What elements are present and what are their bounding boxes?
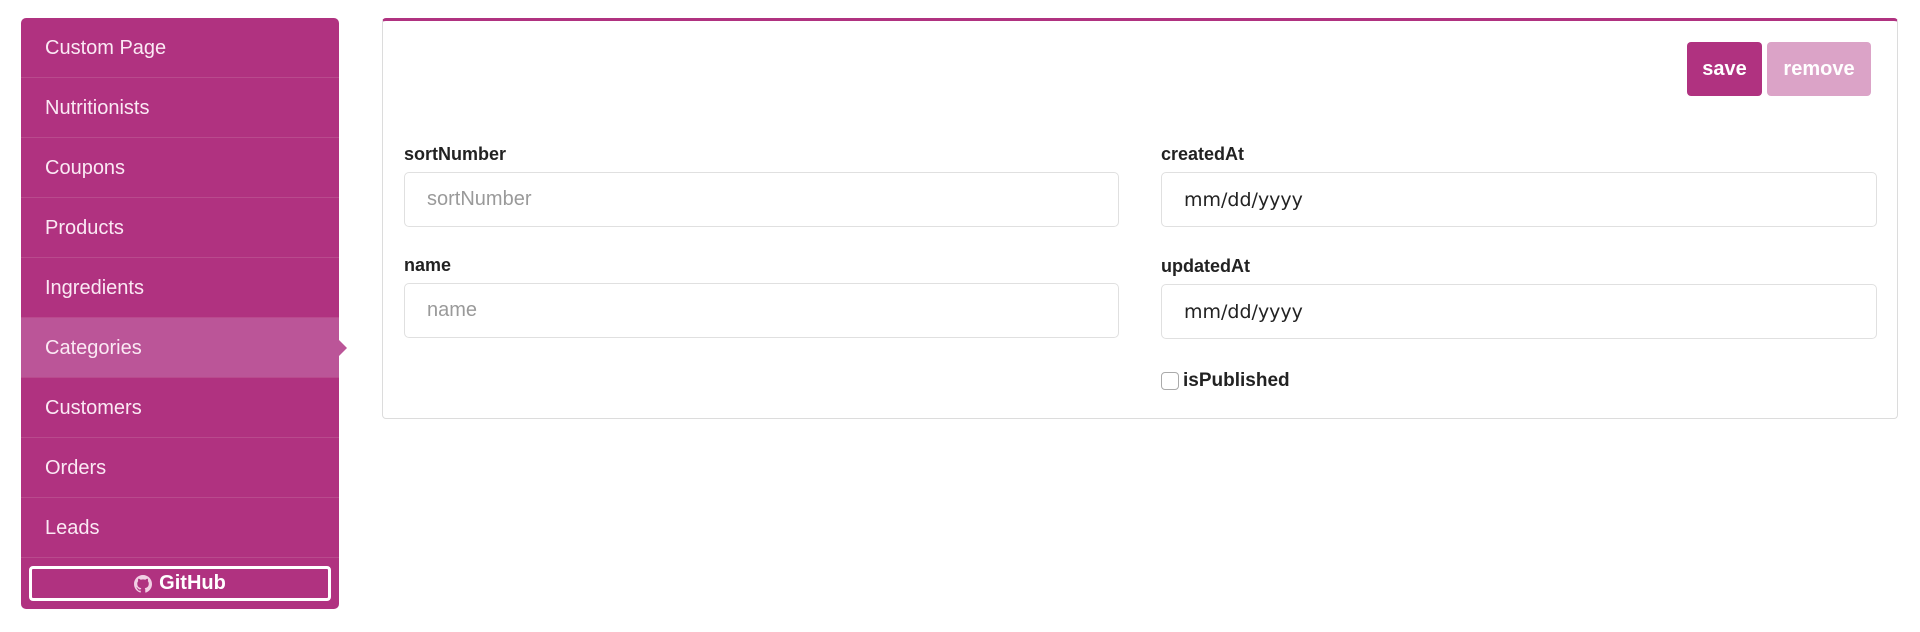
sidebar-item-label: Orders bbox=[45, 457, 107, 479]
sidebar-item-custom-page[interactable]: Custom Page bbox=[21, 18, 339, 78]
active-caret-icon bbox=[339, 340, 347, 356]
sidebar-item-label: Categories bbox=[45, 337, 142, 359]
is-published-label[interactable]: isPublished bbox=[1183, 370, 1290, 392]
sidebar-item-label: Ingredients bbox=[45, 277, 144, 299]
sidebar-item-customers[interactable]: Customers bbox=[21, 378, 339, 438]
sidebar-item-label: Coupons bbox=[45, 157, 126, 179]
sidebar-item-nutritionists[interactable]: Nutritionists bbox=[21, 78, 339, 138]
sidebar-item-label: Leads bbox=[45, 517, 100, 539]
remove-button[interactable]: remove bbox=[1767, 42, 1871, 96]
sidebar-item-label: Custom Page bbox=[45, 37, 167, 59]
is-published-checkbox[interactable] bbox=[1161, 372, 1179, 390]
form-actions: save remove bbox=[1687, 42, 1871, 96]
sidebar-item-label: Products bbox=[45, 217, 124, 239]
github-button[interactable]: GitHub bbox=[29, 566, 331, 601]
name-input[interactable]: name bbox=[404, 283, 1119, 338]
updated-at-field: updatedAt mm/dd/yyyy bbox=[1161, 256, 1877, 339]
sidebar-item-categories[interactable]: Categories bbox=[21, 318, 347, 378]
edit-form-card: save remove sortNumber sortNumber name n… bbox=[382, 18, 1898, 419]
name-field: name name bbox=[404, 255, 1119, 338]
save-button[interactable]: save bbox=[1687, 42, 1762, 96]
github-icon bbox=[134, 574, 153, 593]
sidebar-item-label: Customers bbox=[45, 397, 142, 419]
sidebar-item-products[interactable]: Products bbox=[21, 198, 339, 258]
is-published-field: isPublished bbox=[1161, 370, 1290, 392]
updated-at-date-input[interactable]: mm/dd/yyyy bbox=[1161, 284, 1877, 339]
sidebar-item-label: Nutritionists bbox=[45, 97, 150, 119]
name-label: name bbox=[404, 255, 452, 275]
sidebar-item-coupons[interactable]: Coupons bbox=[21, 138, 339, 198]
sidebar-item-ingredients[interactable]: Ingredients bbox=[21, 258, 339, 318]
sort-number-field: sortNumber sortNumber bbox=[404, 144, 1119, 227]
sort-number-input[interactable]: sortNumber bbox=[404, 172, 1119, 227]
github-label: GitHub bbox=[159, 572, 226, 594]
sidebar-item-orders[interactable]: Orders bbox=[21, 438, 339, 498]
created-at-label: createdAt bbox=[1161, 144, 1245, 164]
created-at-field: createdAt mm/dd/yyyy bbox=[1161, 144, 1877, 227]
sidebar: Custom Page Nutritionists Coupons Produc… bbox=[21, 18, 347, 609]
created-at-date-input[interactable]: mm/dd/yyyy bbox=[1161, 172, 1877, 227]
updated-at-label: updatedAt bbox=[1161, 256, 1250, 276]
sidebar-item-leads[interactable]: Leads bbox=[21, 498, 339, 558]
sort-number-label: sortNumber bbox=[404, 144, 507, 164]
